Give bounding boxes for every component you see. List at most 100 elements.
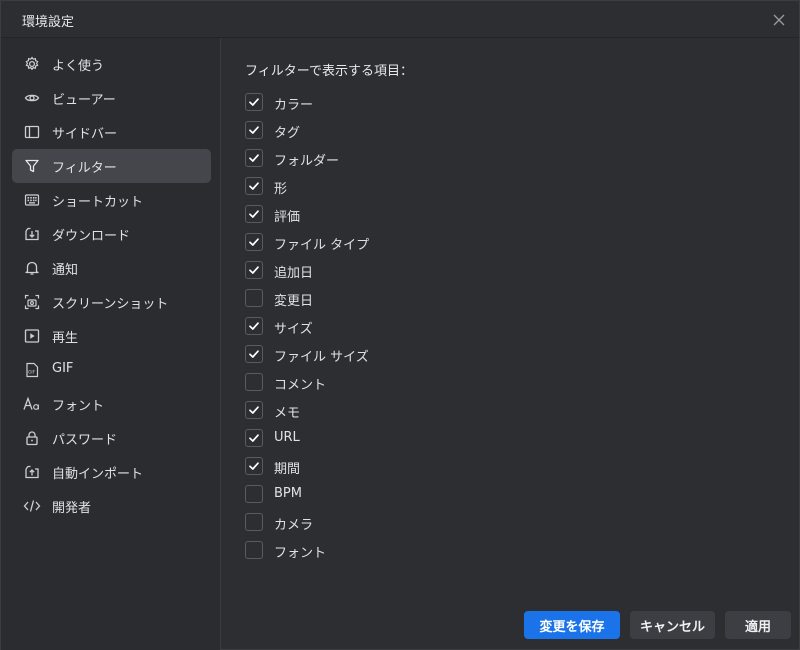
sidebar-item-playback[interactable]: 再生 [12,319,211,353]
option-label: フォルダー [274,154,340,169]
sidebar-item-auto-import[interactable]: 自動インポート [12,455,211,489]
screenshot-icon [23,293,41,311]
checkbox[interactable] [245,289,263,307]
sidebar-item-label: スクリーンショット [52,297,169,312]
checkbox[interactable] [245,205,263,223]
sidebar-item-label: GIF [52,361,74,376]
bell-icon [23,259,41,277]
font-icon [23,395,41,413]
sidebar-item-font[interactable]: フォント [12,387,211,421]
checkmark-icon [248,460,260,472]
sidebar-item-label: フォント [52,399,105,414]
checkmark-icon [248,432,260,444]
checkmark-icon [248,404,260,416]
window-title: 環境設定 [22,15,75,30]
option-label: サイズ [274,322,313,337]
option-label: 評価 [274,210,301,225]
option-label: ファイル サイズ [274,350,369,365]
checkbox[interactable] [245,401,263,419]
checkbox[interactable] [245,485,263,503]
checkbox[interactable] [245,457,263,475]
option-label: 期間 [274,462,301,477]
sidebar-item-download[interactable]: ダウンロード [12,217,211,251]
filter-icon [23,157,41,175]
option-label: カラー [274,98,314,113]
option-label: URL [274,430,300,445]
option-label: ファイル タイプ [274,238,370,253]
code-icon [23,497,41,515]
title-bar: 環境設定 [1,1,799,38]
svg-text:GIF: GIF [28,369,35,374]
sidebar-item-label: パスワード [52,433,118,448]
checkmark-icon [248,264,260,276]
option-label: BPM [274,486,302,501]
checkbox[interactable] [245,121,263,139]
close-icon [773,14,785,26]
section-title: フィルターで表示する項目： [245,64,413,79]
sidebar-item-label: 開発者 [52,501,92,516]
sidebar-item-label: 再生 [52,331,79,346]
checkbox[interactable] [245,513,263,531]
sidebar-item-frequent[interactable]: よく使う [12,47,211,81]
checkmark-icon [248,208,260,220]
sidebar-item-label: サイドバー [52,127,118,142]
checkmark-icon [248,96,260,108]
sidebar-item-label: 通知 [52,263,79,278]
option-label: コメント [274,378,327,393]
checkmark-icon [248,180,260,192]
checkmark-icon [248,152,260,164]
sidebar-item-gif[interactable]: GIF GIF [12,353,211,387]
checkbox[interactable] [245,541,263,559]
sidebar-item-notification[interactable]: 通知 [12,251,211,285]
option-label: メモ [274,406,301,421]
checkbox[interactable] [245,149,263,167]
sidebar-item-developer[interactable]: 開発者 [12,489,211,523]
checkmark-icon [248,236,260,248]
checkmark-icon [248,320,260,332]
sidebar-item-label: ショートカット [52,195,144,210]
checkbox[interactable] [245,317,263,335]
gif-icon: GIF [23,361,41,379]
sidebar-item-label: ダウンロード [52,229,131,244]
checkbox[interactable] [245,233,263,251]
download-icon [23,225,41,243]
save-changes-button[interactable]: 変更を保存 [524,611,620,639]
sidebar-item-label: よく使う [52,59,105,74]
import-icon [23,463,41,481]
filter-settings-panel: フィルターで表示する項目： カラータグフォルダー形評価ファイル タイプ 追加日変更… [222,38,800,650]
sidebar-item-filter[interactable]: フィルター [12,149,211,183]
option-label: カメラ [274,518,314,533]
keyboard-icon [23,191,41,209]
sidebar-item-screenshot[interactable]: スクリーンショット [12,285,211,319]
close-button[interactable] [768,9,790,31]
checkbox[interactable] [245,177,263,195]
sidebar-item-shortcut[interactable]: ショートカット [12,183,211,217]
sidebar-item-sidebar[interactable]: サイドバー [12,115,211,149]
option-label: 追加日 [274,266,314,281]
checkbox[interactable] [245,429,263,447]
sidebar-item-viewer[interactable]: ビューアー [12,81,211,115]
checkbox[interactable] [245,261,263,279]
eye-icon [23,89,41,107]
sidebar-icon [23,123,41,141]
checkbox[interactable] [245,345,263,363]
option-label: フォント [274,546,327,561]
checkmark-icon [248,348,260,360]
checkmark-icon [248,124,260,136]
sidebar-item-password[interactable]: パスワード [12,421,211,455]
apply-button[interactable]: 適用 [725,611,791,639]
play-icon [23,327,41,345]
lock-icon [23,429,41,447]
option-label: 形 [274,182,288,197]
gear-icon [23,55,41,73]
preferences-window: 環境設定 よく使う ビューアー サイドバー フィルター ショートカット ダウンロ… [0,0,800,650]
sidebar: よく使う ビューアー サイドバー フィルター ショートカット ダウンロード 通知… [1,38,221,650]
checkbox[interactable] [245,373,263,391]
option-label: 変更日 [274,294,314,309]
cancel-button[interactable]: キャンセル [630,611,715,639]
sidebar-item-label: ビューアー [52,93,116,108]
sidebar-item-label: 自動インポート [52,467,144,482]
sidebar-item-label: フィルター [52,161,117,176]
option-label: タグ [274,126,301,141]
checkbox[interactable] [245,93,263,111]
